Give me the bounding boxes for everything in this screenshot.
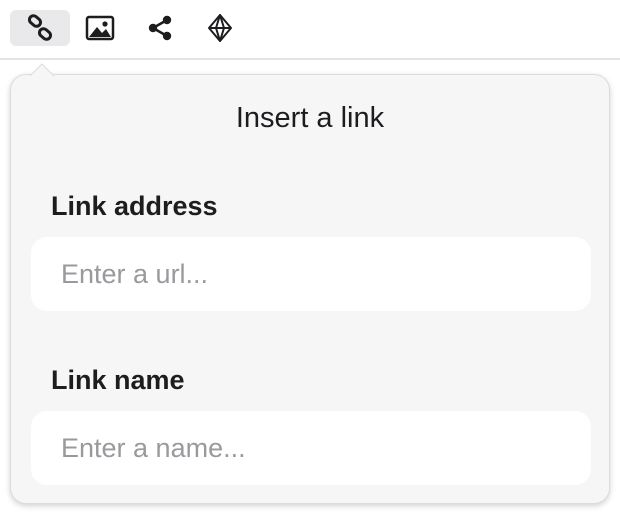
- share-icon: [146, 14, 174, 42]
- link-name-input[interactable]: [31, 411, 591, 485]
- insert-image-button[interactable]: [70, 10, 130, 46]
- image-icon: [85, 15, 115, 41]
- link-address-label: Link address: [51, 191, 218, 221]
- insert-link-button[interactable]: [10, 10, 70, 46]
- share-button[interactable]: [130, 10, 190, 46]
- insert-link-popover: Insert a link Link address Link name: [10, 74, 610, 504]
- link-name-label: Link name: [51, 365, 185, 395]
- popover-arrow: [29, 62, 55, 76]
- diamond-icon: [206, 13, 234, 43]
- popover-title: Insert a link: [235, 102, 385, 134]
- link-address-input[interactable]: [31, 237, 591, 311]
- link-icon: [26, 14, 54, 42]
- embed-button[interactable]: [190, 10, 250, 46]
- toolbar: [0, 0, 620, 60]
